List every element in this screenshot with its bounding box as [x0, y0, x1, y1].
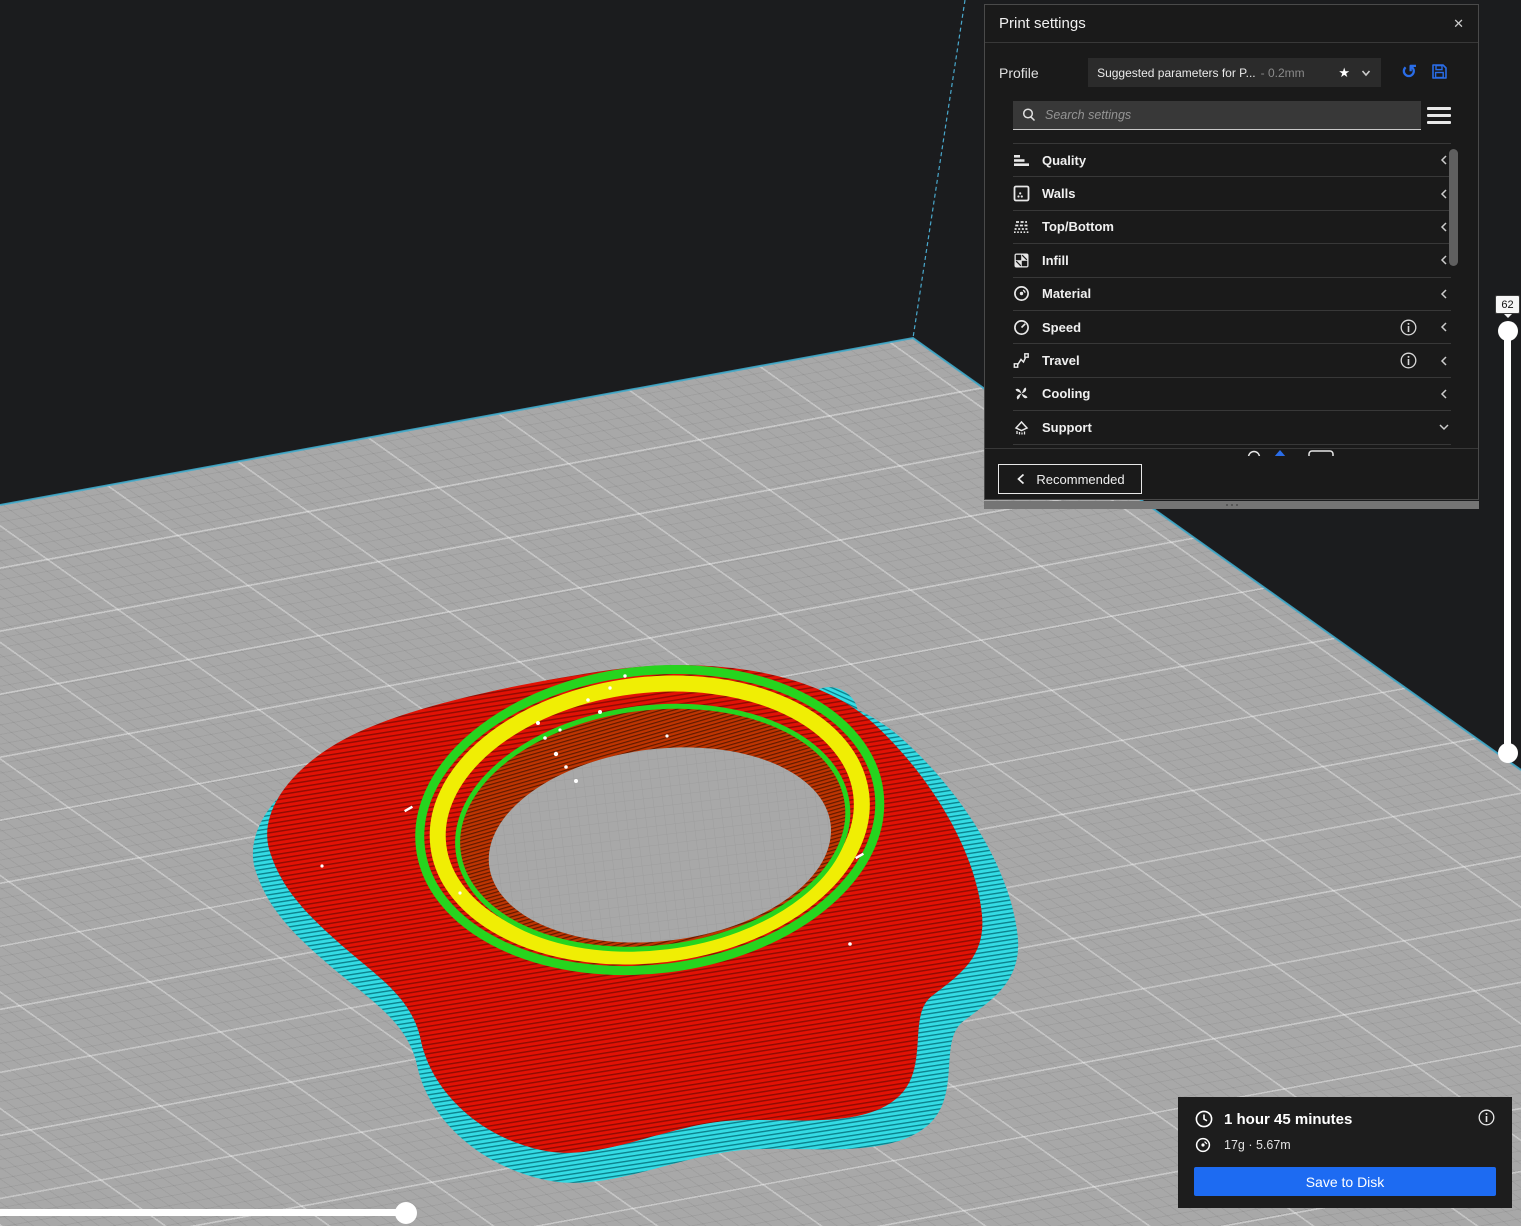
- layer-slider-lower-handle[interactable]: [1498, 743, 1518, 763]
- info-icon[interactable]: [1400, 352, 1417, 369]
- close-icon[interactable]: ✕: [1453, 17, 1464, 30]
- category-material[interactable]: Material: [1013, 278, 1451, 311]
- quality-icon: [1014, 154, 1029, 166]
- star-icon: ★: [1338, 64, 1351, 80]
- sliced-model: [252, 664, 1019, 1183]
- category-support[interactable]: Support: [1013, 411, 1451, 445]
- profile-value: Suggested parameters for P...: [1097, 65, 1256, 80]
- path-slider-track[interactable]: [0, 1209, 406, 1216]
- layer-slider-upper-handle[interactable]: [1498, 321, 1518, 341]
- settings-category-list: Quality Walls Top/Bottom Infill Material…: [1013, 143, 1451, 456]
- chevron-down-icon: [1361, 69, 1371, 76]
- category-cooling[interactable]: Cooling: [1013, 378, 1451, 412]
- path-slider-handle[interactable]: [395, 1202, 417, 1224]
- category-walls[interactable]: Walls: [1013, 177, 1451, 211]
- save-to-disk-button[interactable]: Save to Disk: [1194, 1167, 1496, 1196]
- speed-icon: [1014, 319, 1029, 335]
- material-usage: 17g · 5.67m: [1224, 1138, 1291, 1152]
- material-usage-row: 17g · 5.67m: [1178, 1129, 1512, 1153]
- print-time: 1 hour 45 minutes: [1224, 1110, 1353, 1128]
- clock-icon: [1195, 1110, 1213, 1128]
- search-row: [985, 99, 1478, 130]
- chevron-left-icon: [1440, 389, 1447, 399]
- infill-icon: [1014, 253, 1029, 268]
- reset-profile-icon[interactable]: ↺: [1401, 63, 1417, 82]
- chevron-left-icon: [1440, 322, 1447, 332]
- info-icon[interactable]: [1478, 1109, 1495, 1129]
- material-icon: [1014, 286, 1029, 302]
- build-volume-vertical-edge: [912, 0, 966, 339]
- panel-title: Print settings: [999, 15, 1086, 32]
- search-input[interactable]: [1045, 108, 1413, 122]
- search-box[interactable]: [1013, 101, 1421, 130]
- category-speed[interactable]: Speed: [1013, 311, 1451, 345]
- profile-suffix: - 0.2mm: [1260, 65, 1305, 80]
- panel-footer: Recommended: [985, 448, 1478, 499]
- top-bottom-icon: [1014, 221, 1029, 234]
- profile-label: Profile: [999, 64, 1039, 81]
- chevron-left-icon: [1440, 289, 1447, 299]
- chevron-down-icon: [1439, 424, 1449, 431]
- support-icon: [1014, 420, 1029, 435]
- travel-icon: [1013, 353, 1029, 368]
- panel-scrollbar[interactable]: [1449, 149, 1458, 266]
- chevron-left-icon: [1017, 473, 1025, 485]
- recommended-label: Recommended: [1036, 471, 1125, 487]
- profile-row: Profile Suggested parameters for P... - …: [985, 43, 1478, 99]
- walls-icon: [1013, 185, 1030, 202]
- print-time-row: 1 hour 45 minutes: [1178, 1097, 1512, 1129]
- panel-header: Print settings ✕: [985, 5, 1478, 43]
- panel-resize-handle[interactable]: [984, 501, 1479, 509]
- material-spool-icon: [1195, 1137, 1211, 1153]
- print-summary-card: 1 hour 45 minutes 17g · 5.67m Save to Di…: [1178, 1097, 1512, 1208]
- print-settings-panel: Print settings ✕ Profile Suggested param…: [984, 4, 1479, 500]
- chevron-left-icon: [1440, 356, 1447, 366]
- category-quality[interactable]: Quality: [1013, 144, 1451, 178]
- save-profile-icon[interactable]: [1431, 63, 1448, 83]
- category-top-bottom[interactable]: Top/Bottom: [1013, 211, 1451, 245]
- category-travel[interactable]: Travel: [1013, 344, 1451, 378]
- category-infill[interactable]: Infill: [1013, 244, 1451, 278]
- cooling-fan-icon: [1015, 387, 1028, 400]
- profile-dropdown[interactable]: Suggested parameters for P... - 0.2mm ★: [1088, 58, 1382, 87]
- info-icon[interactable]: [1400, 319, 1417, 336]
- layer-slider-track[interactable]: [1504, 331, 1511, 753]
- layer-number-tooltip: 62: [1495, 295, 1520, 318]
- search-icon: [1022, 108, 1036, 122]
- recommended-button[interactable]: Recommended: [998, 464, 1142, 494]
- settings-menu-icon[interactable]: [1427, 107, 1451, 124]
